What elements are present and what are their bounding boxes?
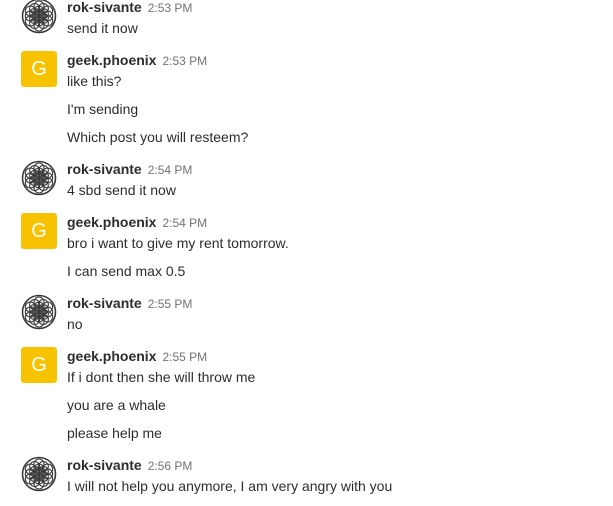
avatar-geek-phoenix[interactable]: G <box>21 51 57 87</box>
message-header: rok-sivante 2:55 PM <box>67 294 192 312</box>
timestamp[interactable]: 2:55 PM <box>162 350 207 364</box>
avatar-rok-sivante[interactable] <box>21 0 57 34</box>
avatar-initial: G <box>31 58 47 80</box>
message-header: rok-sivante 2:53 PM <box>67 0 192 16</box>
username[interactable]: geek.phoenix <box>67 348 156 364</box>
message-text: please help me <box>67 425 162 441</box>
avatar-geek-phoenix[interactable]: G <box>21 347 57 383</box>
username[interactable]: geek.phoenix <box>67 52 156 68</box>
flower-of-life-icon <box>21 160 57 196</box>
flower-of-life-icon <box>21 294 57 330</box>
username[interactable]: rok-sivante <box>67 161 142 177</box>
timestamp[interactable]: 2:53 PM <box>148 1 193 15</box>
avatar-initial: G <box>31 220 47 242</box>
avatar-rok-sivante[interactable] <box>21 160 57 196</box>
message-text: no <box>67 316 83 332</box>
avatar-rok-sivante[interactable] <box>21 456 57 492</box>
message-text: 4 sbd send it now <box>67 182 176 198</box>
message-text: I will not help you anymore, I am very a… <box>67 478 393 494</box>
chat-log: rok-sivante 2:53 PM send it now G geek.ph… <box>0 0 613 506</box>
timestamp[interactable]: 2:54 PM <box>148 163 193 177</box>
flower-of-life-icon <box>21 0 57 34</box>
timestamp[interactable]: 2:55 PM <box>148 297 193 311</box>
timestamp[interactable]: 2:56 PM <box>148 459 193 473</box>
username[interactable]: geek.phoenix <box>67 214 156 230</box>
message-header: rok-sivante 2:56 PM <box>67 456 192 474</box>
message-text: send it now <box>67 20 138 36</box>
message-header: geek.phoenix 2:53 PM <box>67 51 207 69</box>
avatar-geek-phoenix[interactable]: G <box>21 213 57 249</box>
flower-of-life-icon <box>21 456 57 492</box>
message-header: geek.phoenix 2:54 PM <box>67 213 207 231</box>
username[interactable]: rok-sivante <box>67 0 142 15</box>
message-header: geek.phoenix 2:55 PM <box>67 347 207 365</box>
message-text: like this? <box>67 73 122 89</box>
message-header: rok-sivante 2:54 PM <box>67 160 192 178</box>
message-text: I can send max 0.5 <box>67 263 186 279</box>
message-text: bro i want to give my rent tomorrow. <box>67 235 289 251</box>
avatar-rok-sivante[interactable] <box>21 294 57 330</box>
message-text: I'm sending <box>67 101 139 117</box>
message-text: Which post you will resteem? <box>67 129 249 145</box>
timestamp[interactable]: 2:54 PM <box>162 216 207 230</box>
timestamp[interactable]: 2:53 PM <box>162 54 207 68</box>
username[interactable]: rok-sivante <box>67 295 142 311</box>
message-text: you are a whale <box>67 397 166 413</box>
avatar-initial: G <box>31 354 47 376</box>
username[interactable]: rok-sivante <box>67 457 142 473</box>
message-text: If i dont then she will throw me <box>67 369 256 385</box>
